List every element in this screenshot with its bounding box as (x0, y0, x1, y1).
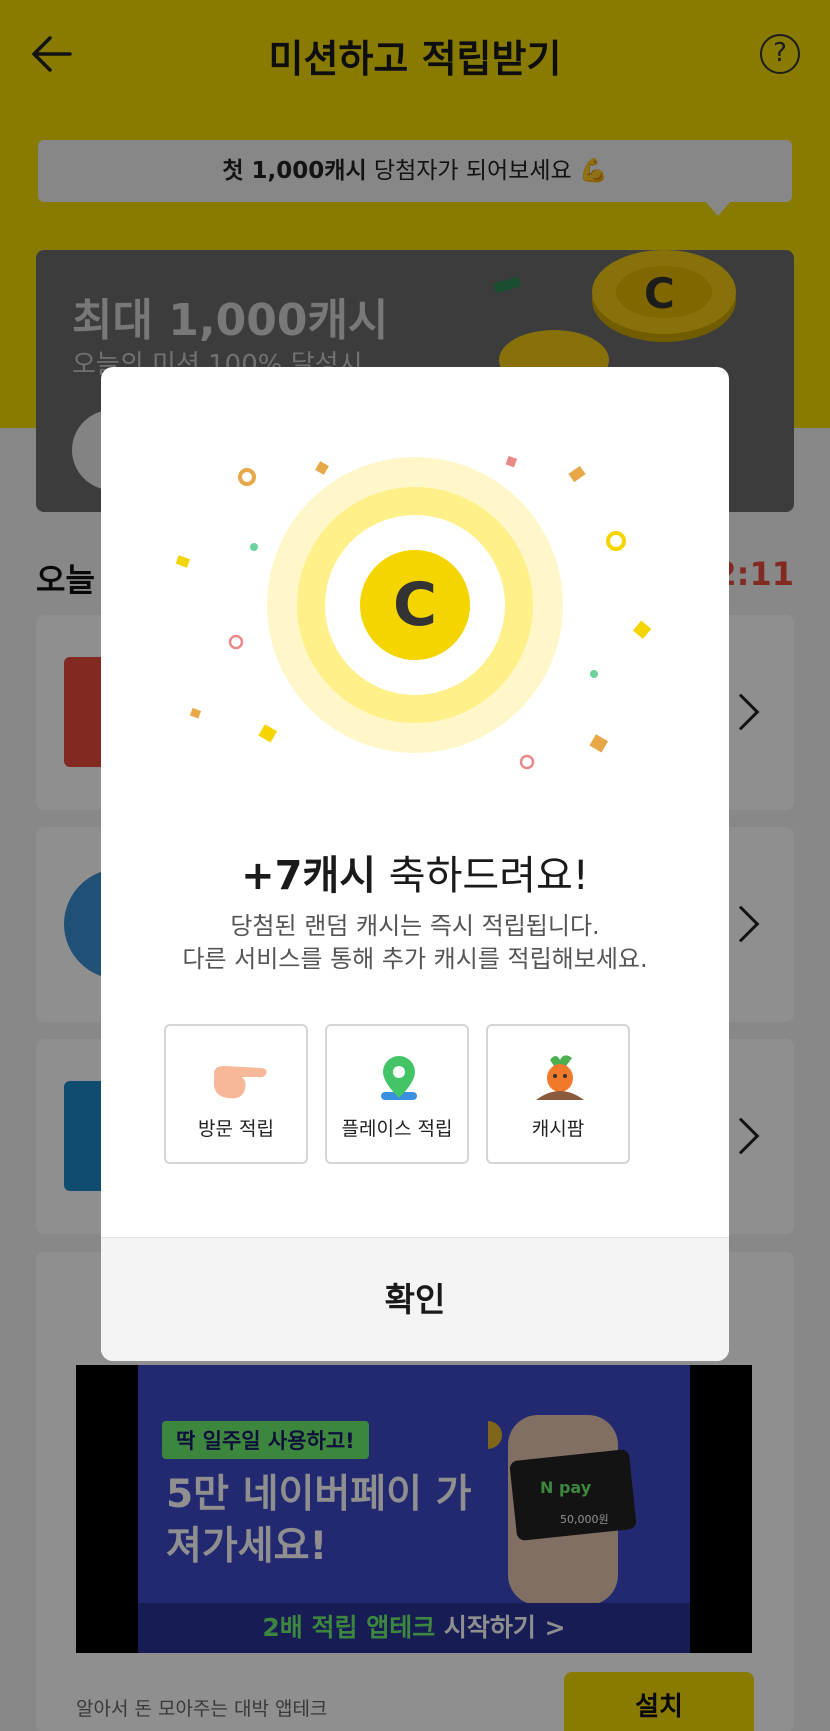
option-label: 플레이스 적립 (341, 1118, 453, 1140)
option-place-reward[interactable]: 플레이스 적립 (325, 1024, 469, 1164)
modal-title-text: 축하드려요! (376, 853, 589, 899)
option-label: 캐시팜 (531, 1118, 585, 1140)
option-cash-farm[interactable]: 캐시팜 (486, 1024, 630, 1164)
option-visit-reward[interactable]: 방문 적립 (164, 1024, 308, 1164)
option-label: 방문 적립 (198, 1118, 274, 1140)
coin-letter: C (393, 570, 437, 640)
carrot-character-icon (536, 1055, 584, 1100)
pointing-hand-icon (214, 1066, 267, 1099)
modal-footer: 확인 (101, 1237, 729, 1361)
coin-celebration-illustration: C (175, 455, 652, 770)
modal-title: +7캐시 축하드려요! (101, 843, 729, 901)
reward-amount: +7캐시 (241, 853, 377, 899)
modal-description: 당첨된 랜덤 캐시는 즉시 적립됩니다. 다른 서비스를 통해 추가 캐시를 적… (101, 910, 729, 976)
modal-desc-line1: 당첨된 랜덤 캐시는 즉시 적립됩니다. (230, 912, 600, 940)
location-pin-icon (381, 1056, 417, 1100)
confirm-button[interactable]: 확인 (101, 1238, 729, 1361)
reward-modal: C +7캐시 축하드려요! 당첨된 랜덤 캐시는 즉시 적립됩니다. 다른 서비… (101, 367, 729, 1361)
modal-desc-line2: 다른 서비스를 통해 추가 캐시를 적립해보세요. (182, 945, 648, 973)
